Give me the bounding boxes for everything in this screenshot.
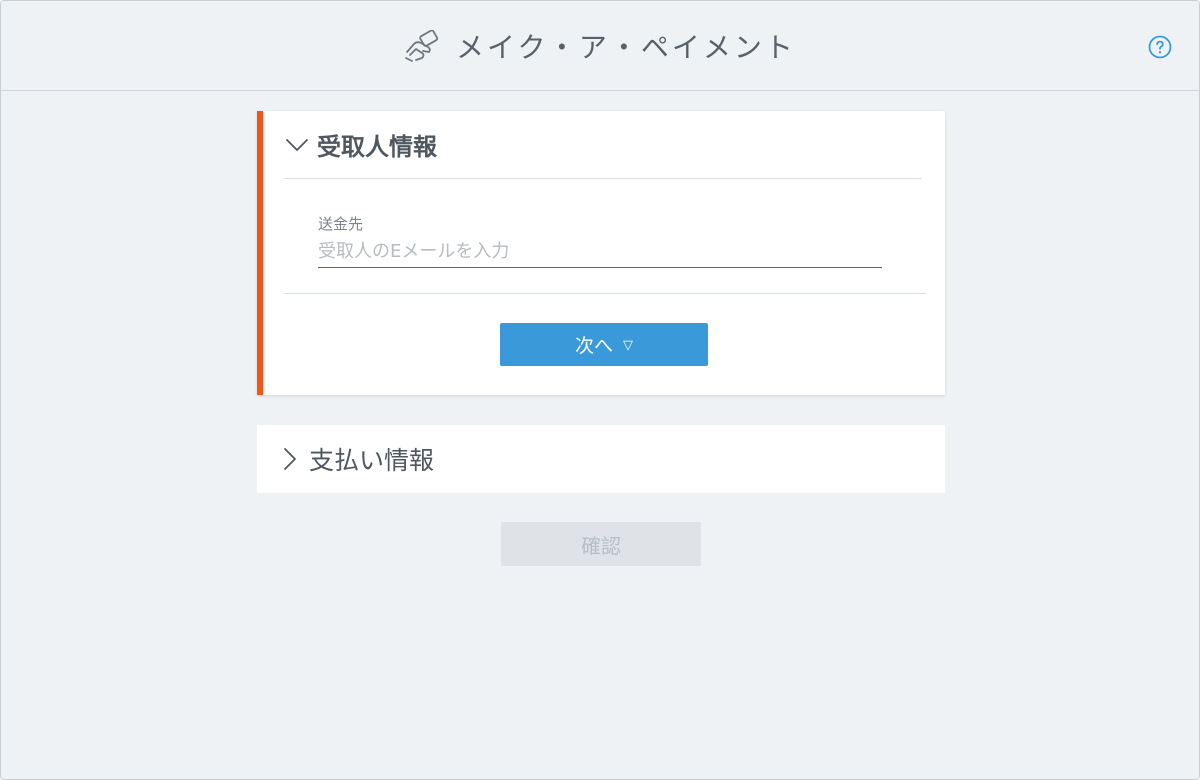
hand-card-icon	[405, 29, 439, 62]
payment-section-title: 支払い情報	[309, 446, 435, 475]
app-window: メイク・ア・ペイメント 受取人情報 送金先 次へ ▽	[0, 0, 1200, 780]
payment-section-header[interactable]: 支払い情報	[277, 425, 434, 493]
next-button[interactable]: 次へ ▽	[500, 323, 708, 366]
chevron-right-icon	[284, 448, 296, 470]
help-circle-icon[interactable]	[1148, 35, 1172, 59]
header: メイク・ア・ペイメント	[1, 1, 1199, 91]
recipient-email-input[interactable]	[318, 235, 882, 268]
confirm-button[interactable]: 確認	[501, 522, 701, 566]
section-divider	[285, 293, 926, 294]
recipient-section-title: 受取人情報	[317, 132, 437, 161]
payment-section: 支払い情報	[257, 425, 945, 493]
header-title-group: メイク・ア・ペイメント	[1, 1, 1199, 90]
active-section-accent	[257, 111, 263, 395]
confirm-button-label: 確認	[581, 533, 621, 558]
next-button-label: 次へ	[574, 335, 613, 357]
triangle-down-icon: ▽	[623, 338, 633, 353]
recipient-section: 受取人情報 送金先 次へ ▽	[257, 111, 945, 395]
recipient-section-header[interactable]: 受取人情報	[285, 111, 437, 177]
recipient-field-label: 送金先	[318, 215, 364, 233]
app-title: メイク・ア・ペイメント	[456, 30, 796, 64]
chevron-down-icon	[286, 139, 308, 151]
section-divider	[285, 178, 921, 179]
